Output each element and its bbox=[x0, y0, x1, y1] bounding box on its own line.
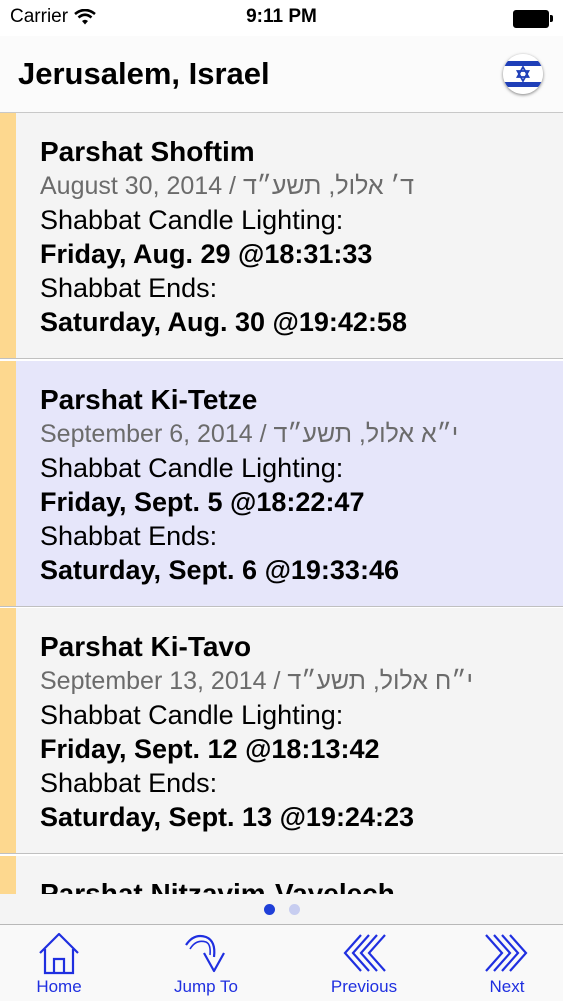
accent-bar bbox=[0, 113, 16, 358]
tab-jump-to-label: Jump To bbox=[174, 977, 238, 996]
accent-bar bbox=[0, 856, 16, 894]
parsha-title: Parshat Nitzavim-Vayelech bbox=[40, 878, 395, 894]
shabbat-ends-time: Saturday, Aug. 30 @19:42:58 bbox=[40, 307, 407, 337]
parsha-date: September 13, 2014 / י״ח אלול, תשע״ד bbox=[40, 667, 473, 695]
candle-lighting-label: Shabbat Candle Lighting: bbox=[40, 205, 344, 235]
accent-bar bbox=[0, 361, 16, 606]
candle-lighting-label: Shabbat Candle Lighting: bbox=[40, 700, 344, 730]
parsha-title: Parshat Shoftim bbox=[40, 136, 255, 167]
tab-previous-label: Previous bbox=[330, 977, 398, 996]
status-time: 9:11 PM bbox=[246, 6, 317, 27]
shabbat-ends-time: Saturday, Sept. 13 @19:24:23 bbox=[40, 802, 414, 832]
page-dot-active[interactable] bbox=[263, 903, 275, 915]
parsha-date: August 30, 2014 / ד׳ אלול, תשע״ד bbox=[40, 172, 414, 200]
parsha-title: Parshat Ki-Tavo bbox=[40, 631, 252, 662]
parsha-card-current[interactable]: Parshat Ki-Tetze September 6, 2014 / י״א… bbox=[0, 361, 563, 607]
navigation-bar: Jerusalem, Israel bbox=[0, 36, 563, 113]
shabbat-ends-label: Shabbat Ends: bbox=[40, 273, 218, 303]
battery-icon bbox=[513, 10, 553, 28]
candle-lighting-label: Shabbat Candle Lighting: bbox=[40, 453, 344, 483]
home-icon bbox=[39, 932, 79, 975]
candle-lighting-time: Friday, Sept. 12 @18:13:42 bbox=[40, 734, 380, 764]
double-chevron-right-icon bbox=[485, 934, 528, 972]
tab-next[interactable]: Next bbox=[464, 925, 550, 1001]
tab-home-label: Home bbox=[36, 977, 82, 996]
status-bar: Carrier 9:11 PM bbox=[0, 0, 563, 36]
parsha-card[interactable]: Parshat Ki-Tavo September 13, 2014 / י״ח… bbox=[0, 608, 563, 854]
parsha-list[interactable]: Parshat Shoftim August 30, 2014 / ד׳ אלו… bbox=[0, 113, 563, 894]
page-dot[interactable] bbox=[288, 903, 300, 915]
tab-jump-to[interactable]: Jump To bbox=[158, 925, 254, 1001]
shabbat-ends-time: Saturday, Sept. 6 @19:33:46 bbox=[40, 555, 399, 585]
parsha-date: September 6, 2014 / י״א אלול, תשע״ד bbox=[40, 420, 459, 448]
shabbat-ends-label: Shabbat Ends: bbox=[40, 521, 218, 551]
israel-flag-icon[interactable] bbox=[503, 54, 543, 94]
candle-lighting-time: Friday, Sept. 5 @18:22:47 bbox=[40, 487, 365, 517]
accent-bar bbox=[0, 608, 16, 853]
parsha-title: Parshat Ki-Tetze bbox=[40, 384, 258, 415]
page-indicator[interactable] bbox=[0, 894, 563, 924]
parsha-card[interactable]: Parshat Shoftim August 30, 2014 / ד׳ אלו… bbox=[0, 113, 563, 359]
tab-bar: Home Jump To Previous Next bbox=[0, 924, 563, 1001]
location-title: Jerusalem, Israel bbox=[18, 56, 270, 91]
tab-next-label: Next bbox=[489, 977, 525, 996]
tab-home[interactable]: Home bbox=[14, 925, 104, 1001]
shabbat-ends-label: Shabbat Ends: bbox=[40, 768, 218, 798]
parsha-card-partial[interactable]: Parshat Nitzavim-Vayelech bbox=[0, 856, 563, 894]
candle-lighting-time: Friday, Aug. 29 @18:31:33 bbox=[40, 239, 373, 269]
double-chevron-left-icon bbox=[343, 934, 386, 972]
jump-arrow-icon bbox=[185, 934, 225, 973]
tab-previous[interactable]: Previous bbox=[316, 925, 412, 1001]
